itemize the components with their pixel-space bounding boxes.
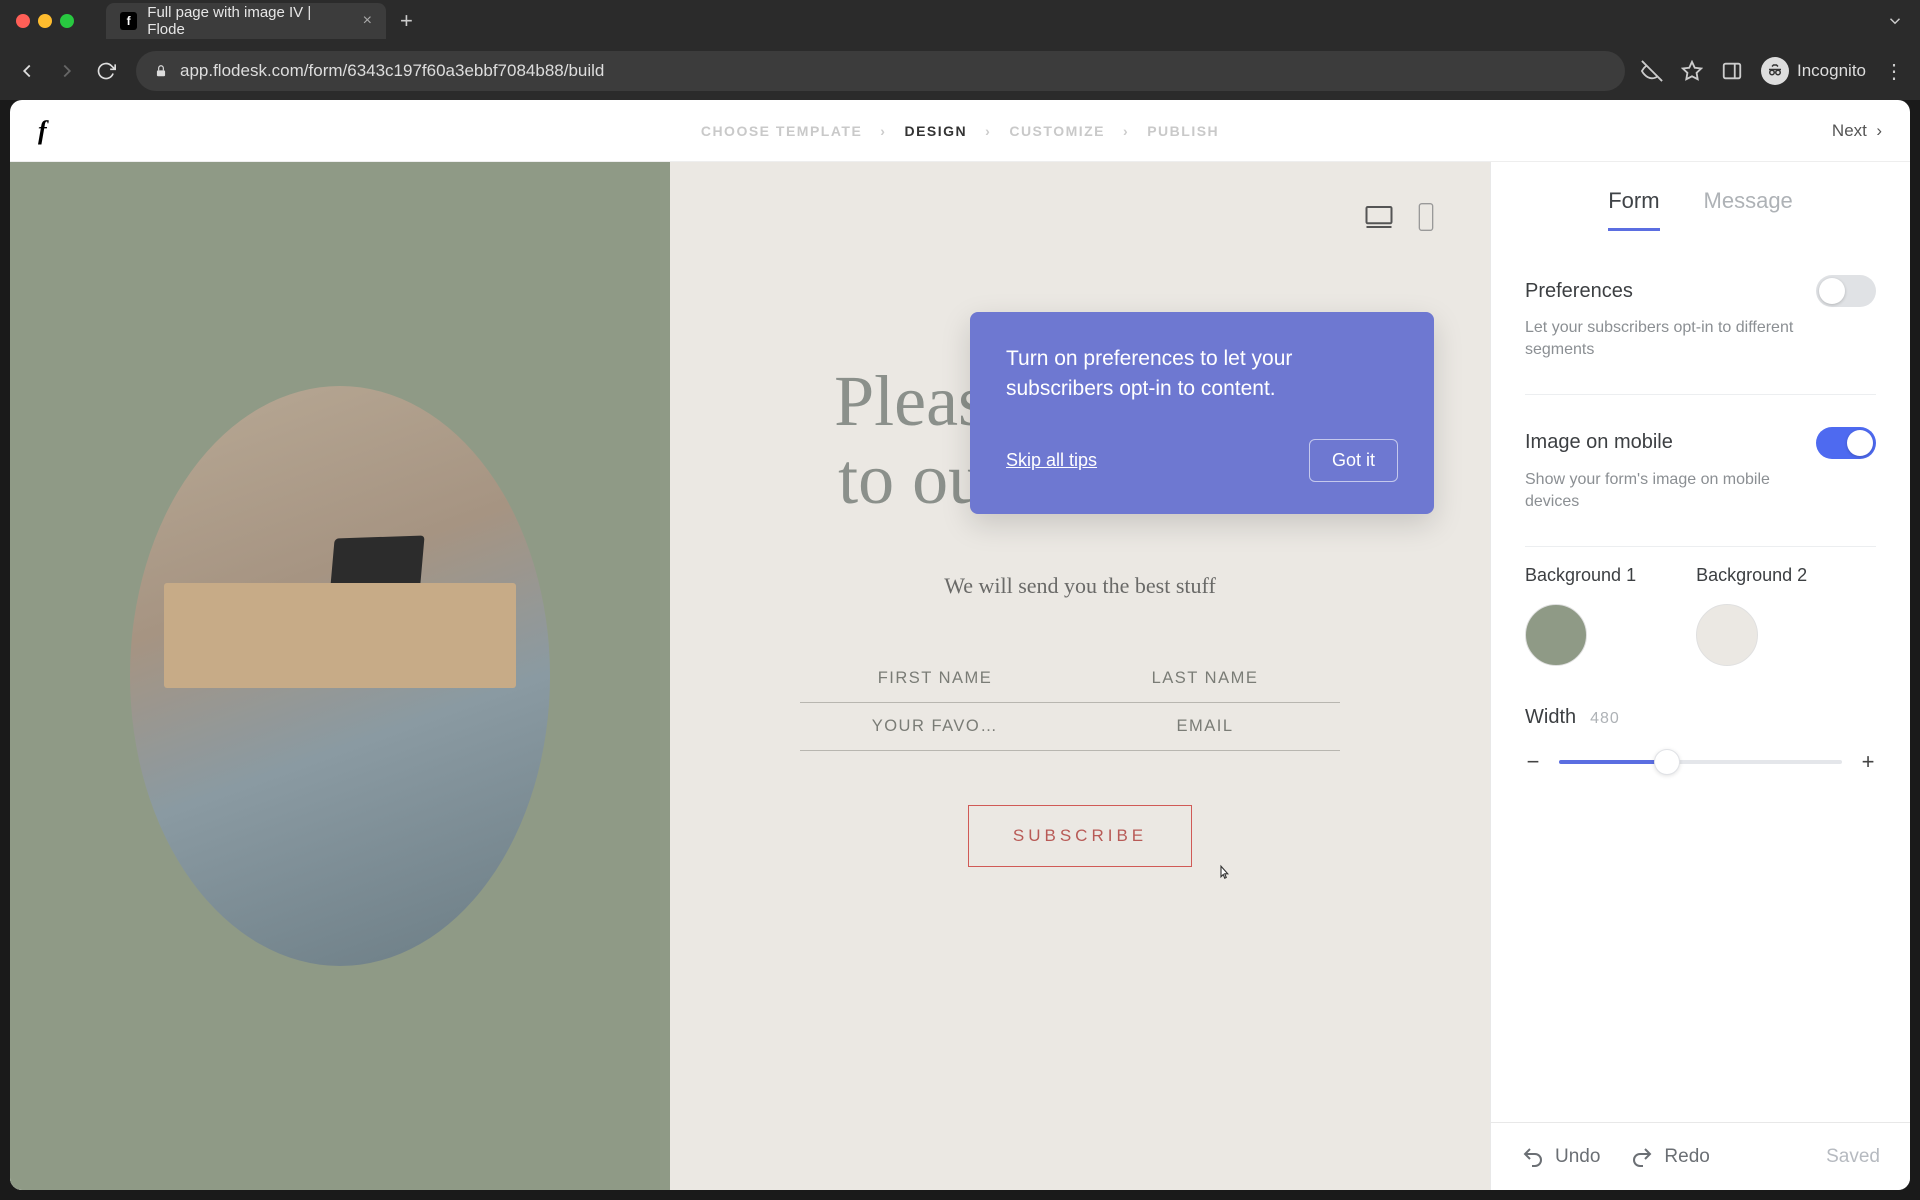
width-increase-button[interactable]: +: [1860, 749, 1876, 775]
onboarding-tooltip: Turn on preferences to let your subscrib…: [970, 312, 1434, 514]
skip-tips-link[interactable]: Skip all tips: [1006, 450, 1097, 471]
setting-preferences: Preferences Let your subscribers opt-in …: [1525, 261, 1876, 376]
menu-button[interactable]: ⋮: [1884, 59, 1904, 84]
next-button[interactable]: Next ›: [1832, 121, 1882, 141]
image-mobile-toggle[interactable]: [1816, 427, 1876, 459]
app-header: f CHOOSE TEMPLATE › DESIGN › CUSTOMIZE ›…: [10, 100, 1910, 162]
main-area: FREE Please, subscribe to our newsletter…: [10, 162, 1910, 1190]
maximize-window-button[interactable]: [60, 14, 74, 28]
device-preview-toggle: [1364, 202, 1436, 232]
width-value: 480: [1590, 710, 1620, 728]
chevron-right-icon: ›: [985, 123, 991, 139]
form-image-panel[interactable]: [10, 162, 670, 1190]
background-settings: Background 1 Background 2: [1525, 565, 1876, 666]
star-icon[interactable]: [1681, 60, 1703, 82]
width-decrease-button[interactable]: −: [1525, 749, 1541, 775]
saved-status: Saved: [1826, 1146, 1880, 1168]
mobile-preview-icon[interactable]: [1416, 202, 1436, 232]
close-window-button[interactable]: [16, 14, 30, 28]
form-inputs: FIRST NAME LAST NAME YOUR FAVO… EMAIL: [800, 655, 1340, 751]
divider: [1525, 546, 1876, 547]
panel-icon[interactable]: [1721, 60, 1743, 82]
chevron-right-icon: ›: [880, 123, 886, 139]
bg2-swatch[interactable]: [1696, 604, 1758, 666]
step-customize[interactable]: CUSTOMIZE: [1009, 123, 1105, 139]
step-publish[interactable]: PUBLISH: [1147, 123, 1219, 139]
form-image: [130, 386, 550, 966]
back-button[interactable]: [16, 60, 40, 82]
titlebar: f Full page with image IV | Flode × +: [0, 0, 1920, 42]
lock-icon: [154, 64, 168, 78]
browser-chrome: f Full page with image IV | Flode × + ap…: [0, 0, 1920, 100]
incognito-label: Incognito: [1797, 61, 1866, 81]
image-mobile-desc: Show your form's image on mobile devices: [1525, 469, 1805, 514]
panel-body: Preferences Let your subscribers opt-in …: [1491, 231, 1910, 1122]
divider: [1525, 394, 1876, 395]
tab-message[interactable]: Message: [1704, 188, 1793, 231]
breadcrumb: CHOOSE TEMPLATE › DESIGN › CUSTOMIZE › P…: [701, 123, 1219, 139]
email-field[interactable]: EMAIL: [1070, 703, 1340, 750]
eye-off-icon[interactable]: [1641, 60, 1663, 82]
bg2-label: Background 2: [1696, 565, 1807, 586]
cursor-icon: [1215, 862, 1233, 884]
width-slider-track[interactable]: [1559, 760, 1842, 764]
url-text: app.flodesk.com/form/6343c197f60a3ebbf70…: [180, 61, 604, 81]
browser-tabs: f Full page with image IV | Flode × +: [106, 3, 413, 39]
browser-tab[interactable]: f Full page with image IV | Flode ×: [106, 3, 386, 39]
first-name-field[interactable]: FIRST NAME: [800, 655, 1070, 702]
tabs-dropdown-icon[interactable]: [1886, 12, 1904, 30]
favorite-field[interactable]: YOUR FAVO…: [800, 703, 1070, 750]
app-window: f CHOOSE TEMPLATE › DESIGN › CUSTOMIZE ›…: [10, 100, 1910, 1190]
minimize-window-button[interactable]: [38, 14, 52, 28]
preferences-desc: Let your subscribers opt-in to different…: [1525, 317, 1805, 362]
reload-button[interactable]: [96, 61, 120, 81]
panel-tabs: Form Message: [1491, 162, 1910, 231]
bottom-bar: Undo Redo Saved: [1491, 1122, 1910, 1190]
width-setting: Width 480: [1525, 706, 1876, 729]
setting-image-mobile: Image on mobile Show your form's image o…: [1525, 413, 1876, 528]
width-slider-thumb[interactable]: [1654, 749, 1680, 775]
new-tab-button[interactable]: +: [400, 8, 413, 34]
close-tab-icon[interactable]: ×: [363, 12, 372, 30]
incognito-badge[interactable]: Incognito: [1761, 57, 1866, 85]
got-it-button[interactable]: Got it: [1309, 439, 1398, 482]
preferences-title: Preferences: [1525, 280, 1633, 303]
tooltip-text: Turn on preferences to let your subscrib…: [1006, 344, 1398, 405]
undo-button[interactable]: Undo: [1521, 1145, 1600, 1169]
tab-title: Full page with image IV | Flode: [147, 4, 344, 38]
chevron-right-icon: ›: [1123, 123, 1129, 139]
toolbar-right: Incognito ⋮: [1641, 57, 1904, 85]
redo-button[interactable]: Redo: [1630, 1145, 1709, 1169]
forward-button[interactable]: [56, 60, 80, 82]
tab-form[interactable]: Form: [1608, 188, 1659, 231]
desktop-preview-icon[interactable]: [1364, 202, 1394, 232]
preferences-toggle[interactable]: [1816, 275, 1876, 307]
step-choose-template[interactable]: CHOOSE TEMPLATE: [701, 123, 862, 139]
address-bar[interactable]: app.flodesk.com/form/6343c197f60a3ebbf70…: [136, 51, 1625, 91]
window-controls: [16, 14, 74, 28]
nav-toolbar: app.flodesk.com/form/6343c197f60a3ebbf70…: [0, 42, 1920, 100]
width-slider: − +: [1525, 749, 1876, 775]
bg1-swatch[interactable]: [1525, 604, 1587, 666]
image-mobile-title: Image on mobile: [1525, 431, 1673, 454]
favicon: f: [120, 12, 137, 30]
canvas: FREE Please, subscribe to our newsletter…: [10, 162, 1490, 1190]
logo[interactable]: f: [38, 116, 47, 146]
width-label: Width: [1525, 706, 1576, 729]
incognito-icon: [1761, 57, 1789, 85]
subscribe-button[interactable]: SUBSCRIBE: [968, 805, 1192, 867]
step-design[interactable]: DESIGN: [904, 123, 967, 139]
bg1-label: Background 1: [1525, 565, 1636, 586]
settings-panel: Form Message Preferences Let your subscr…: [1490, 162, 1910, 1190]
form-subtext[interactable]: We will send you the best stuff: [800, 573, 1360, 599]
last-name-field[interactable]: LAST NAME: [1070, 655, 1340, 702]
